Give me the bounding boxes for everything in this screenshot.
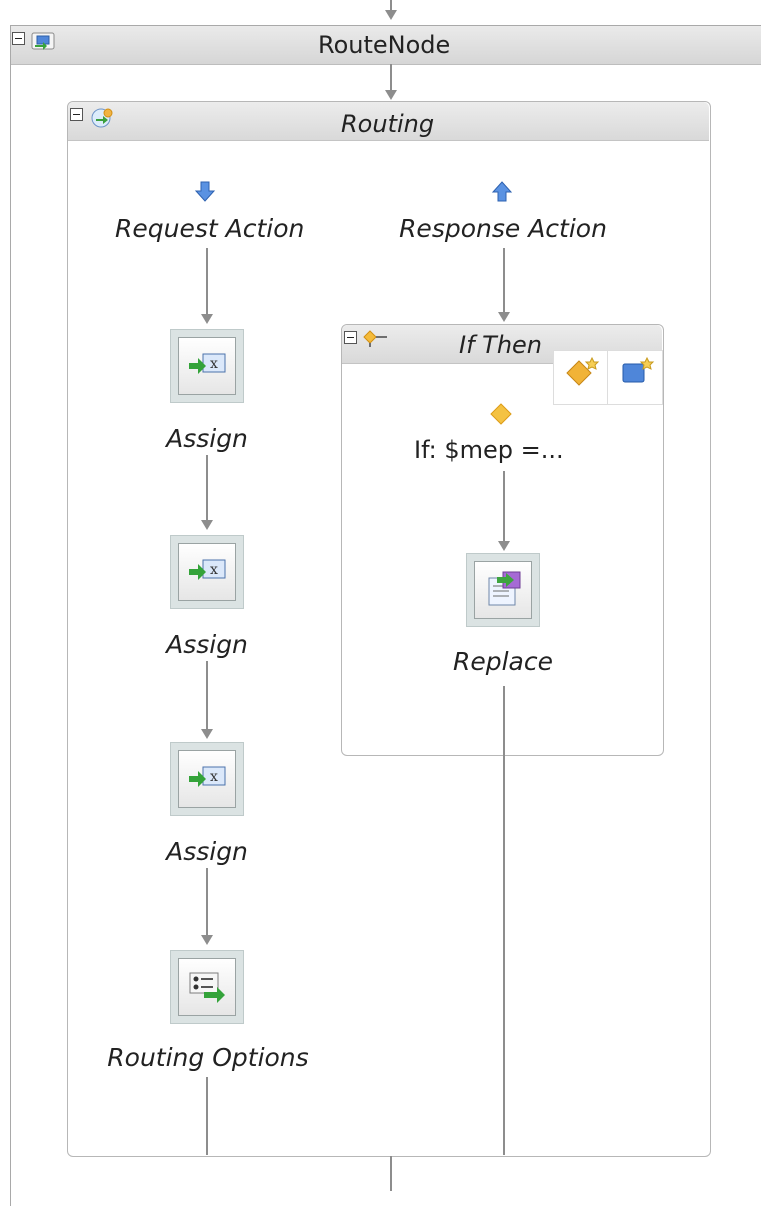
assign-label-3: Assign bbox=[166, 837, 248, 866]
routing-collapse-icon[interactable] bbox=[70, 108, 83, 121]
request-arrowhead-1 bbox=[201, 314, 213, 324]
add-action-icon bbox=[622, 356, 655, 383]
assign-label-1: Assign bbox=[166, 424, 248, 453]
add-condition-icon bbox=[566, 356, 600, 386]
routing-icon bbox=[88, 106, 118, 130]
add-action-button[interactable] bbox=[607, 350, 663, 405]
request-action-label: Request Action bbox=[115, 214, 305, 243]
assign-icon: x bbox=[189, 766, 226, 787]
request-connector-1 bbox=[206, 248, 208, 317]
assign-node-2[interactable]: x bbox=[170, 535, 244, 609]
routing-options-label: Routing Options bbox=[107, 1043, 309, 1072]
assign-node-1[interactable]: x bbox=[170, 329, 244, 403]
response-arrowhead-1 bbox=[498, 312, 510, 322]
replace-label: Replace bbox=[452, 647, 553, 676]
assign-label-2: Assign bbox=[166, 630, 248, 659]
response-connector-1 bbox=[503, 248, 505, 314]
if-then-icon bbox=[361, 329, 391, 349]
request-connector-3 bbox=[206, 661, 208, 731]
assign-node-3[interactable]: x bbox=[170, 742, 244, 816]
if-then-collapse-icon[interactable] bbox=[344, 331, 357, 344]
condition-diamond-icon bbox=[489, 402, 513, 426]
request-arrowhead-4 bbox=[201, 935, 213, 945]
svg-text:x: x bbox=[210, 769, 218, 785]
assign-icon: x bbox=[189, 559, 226, 580]
request-connector-4 bbox=[206, 868, 208, 937]
route-to-routing-arrowhead bbox=[385, 90, 397, 100]
top-arrowhead bbox=[385, 10, 397, 20]
svg-text:x: x bbox=[210, 356, 218, 372]
add-condition-button[interactable] bbox=[553, 350, 609, 405]
response-arrowhead-2 bbox=[498, 541, 510, 551]
response-arrow-up-icon bbox=[490, 180, 514, 204]
response-end-connector bbox=[503, 686, 505, 1155]
route-node-title: RouteNode bbox=[318, 31, 451, 59]
bottom-connector bbox=[390, 1156, 392, 1191]
svg-text:x: x bbox=[210, 562, 218, 578]
response-action-label: Response Action bbox=[399, 214, 607, 243]
replace-icon bbox=[488, 571, 521, 606]
request-connector-2 bbox=[206, 455, 208, 523]
route-node-icon bbox=[29, 31, 59, 51]
routing-title: Routing bbox=[341, 110, 435, 138]
request-arrow-down-icon bbox=[193, 180, 217, 204]
response-connector-2 bbox=[503, 471, 505, 543]
if-condition-label[interactable]: If: $mep =... bbox=[414, 436, 564, 464]
request-arrowhead-2 bbox=[201, 520, 213, 530]
if-then-title: If Then bbox=[459, 331, 543, 359]
request-arrowhead-3 bbox=[201, 729, 213, 739]
routing-options-icon bbox=[189, 972, 225, 1003]
request-end-connector bbox=[206, 1077, 208, 1155]
assign-icon: x bbox=[189, 353, 226, 374]
replace-node[interactable] bbox=[466, 553, 540, 627]
route-node-collapse-icon[interactable] bbox=[12, 32, 25, 45]
routing-options-node[interactable] bbox=[170, 950, 244, 1024]
